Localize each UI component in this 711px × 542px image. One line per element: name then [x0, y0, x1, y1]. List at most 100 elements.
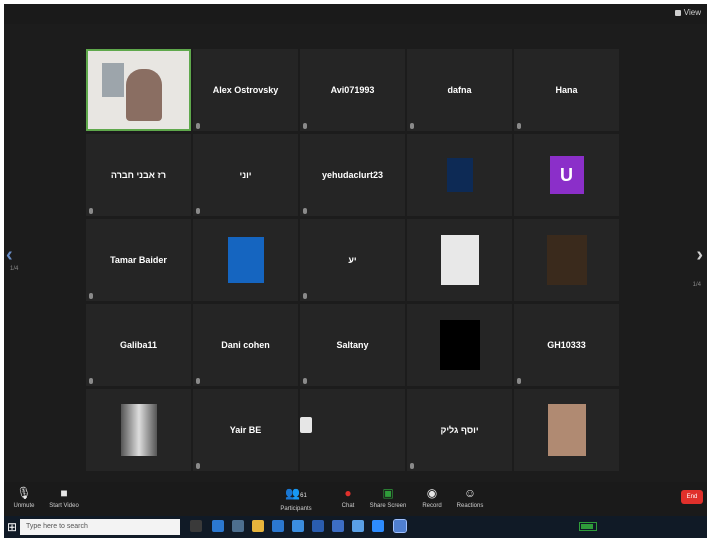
moon-avatar: [227, 237, 264, 283]
muted-mic-icon: [303, 123, 307, 129]
participant-tile[interactable]: Galiba11: [86, 304, 191, 386]
record-label: Record: [422, 503, 442, 509]
chat-label: Chat: [341, 503, 355, 509]
muted-mic-icon: [196, 463, 200, 469]
participant-name: dafna: [447, 85, 472, 95]
file-explorer-icon[interactable]: [252, 520, 264, 532]
participant-tile[interactable]: יע: [300, 219, 405, 301]
task-view-icon[interactable]: [190, 520, 202, 532]
zoom-taskbar-icon[interactable]: [372, 520, 384, 532]
end-meeting-button[interactable]: End: [681, 490, 703, 504]
participant-tile[interactable]: [300, 389, 405, 471]
participant-tile[interactable]: Avi071993: [300, 49, 405, 131]
participant-tile[interactable]: dafna: [407, 49, 512, 131]
participant-tile[interactable]: Dani cohen: [193, 304, 298, 386]
participant-tile[interactable]: [193, 219, 298, 301]
reactions-icon: ☺: [463, 486, 477, 500]
participant-tile[interactable]: [407, 219, 512, 301]
participant-name: יוני: [239, 170, 252, 180]
participant-tile[interactable]: Yair BE: [193, 389, 298, 471]
participant-tile[interactable]: יוסף גליק: [407, 389, 512, 471]
share-screen-icon: ▣: [382, 486, 394, 500]
record-button[interactable]: ◉ Record: [412, 484, 452, 509]
video-camera-icon: ■: [60, 486, 68, 500]
muted-mic-icon: [410, 463, 414, 469]
muted-mic-icon: [410, 123, 414, 129]
participant-name: Yair BE: [229, 425, 262, 435]
person-avatar: [547, 404, 586, 456]
participant-tile[interactable]: Hana: [514, 49, 619, 131]
muted-mic-icon: [517, 123, 521, 129]
start-video-button[interactable]: ■ Start Video: [44, 484, 84, 509]
participant-tile[interactable]: yehudaclurt23: [300, 134, 405, 216]
muted-mic-icon: [303, 208, 307, 214]
taskbar-app-icon[interactable]: [332, 520, 344, 532]
participants-count: 61: [300, 493, 307, 499]
participant-tile[interactable]: [86, 389, 191, 471]
participant-name: Galiba11: [119, 340, 158, 350]
next-page-button[interactable]: ›: [696, 244, 703, 267]
participant-name: Hana: [555, 85, 578, 95]
blurred-avatar: [120, 404, 157, 456]
reactions-label: Reactions: [456, 503, 484, 509]
page-indicator-right: 1/4: [692, 282, 701, 288]
taskbar-search-input[interactable]: Type here to search: [20, 519, 180, 535]
grid-view-icon: [674, 9, 681, 16]
muted-mic-icon: [89, 378, 93, 384]
zoom-meeting-taskbar-icon[interactable]: [393, 519, 407, 533]
mute-label: Unmute: [13, 503, 35, 509]
taskbar-app-icon[interactable]: [312, 520, 324, 532]
participants-icon: 👥61: [285, 486, 307, 500]
muted-mic-icon: [89, 293, 93, 299]
participant-tile[interactable]: GH10333: [514, 304, 619, 386]
participant-tile[interactable]: Saltany: [300, 304, 405, 386]
participant-tile[interactable]: יוני: [193, 134, 298, 216]
video-label: Start Video: [49, 503, 79, 509]
zoom-window: View ‹ 1/4 › 1/4 Alex Ostrovsky Avi071993…: [4, 4, 707, 538]
taskbar-app-icon[interactable]: [232, 520, 244, 532]
taskbar-app-icon[interactable]: [272, 520, 284, 532]
view-button[interactable]: View: [674, 8, 701, 17]
participant-tile[interactable]: [514, 389, 619, 471]
muted-mic-icon: [89, 208, 93, 214]
participants-button[interactable]: 👥61 Participants: [276, 484, 316, 512]
windows-start-icon[interactable]: ⊞: [7, 520, 17, 534]
record-icon: ◉: [426, 486, 438, 500]
participant-tile[interactable]: [514, 219, 619, 301]
participant-name: Avi071993: [330, 85, 375, 95]
letter-avatar: U: [549, 156, 584, 194]
participant-tile[interactable]: Alex Ostrovsky: [193, 49, 298, 131]
share-label: Share Screen: [369, 503, 407, 509]
chat-button[interactable]: ● Chat: [328, 484, 368, 509]
character-avatar: [440, 235, 479, 285]
microphone-icon: 🎙: [16, 486, 32, 500]
muted-mic-icon: [303, 293, 307, 299]
mute-button[interactable]: 🎙 Unmute: [4, 484, 44, 509]
taskbar-app-icon[interactable]: [352, 520, 364, 532]
windows-taskbar: ⊞ Type here to search: [4, 516, 707, 538]
participant-tile[interactable]: [86, 49, 191, 131]
participant-tile[interactable]: [407, 304, 512, 386]
participant-name: יוסף גליק: [440, 425, 479, 435]
participant-name: GH10333: [547, 340, 586, 350]
flowers-avatar: [546, 235, 587, 285]
meeting-toolbar: 🎙 Unmute ■ Start Video 👥61 Participants …: [4, 482, 707, 516]
reactions-button[interactable]: ☺ Reactions: [450, 484, 490, 509]
participant-tile[interactable]: רז אבני חברה: [86, 134, 191, 216]
participant-name: Dani cohen: [221, 340, 270, 350]
battery-icon: [579, 522, 597, 531]
page-indicator-left: 1/4: [10, 266, 19, 272]
muted-mic-icon: [196, 123, 200, 129]
prev-page-button[interactable]: ‹: [6, 244, 13, 267]
participant-name: Saltany: [336, 340, 369, 350]
participant-tile[interactable]: [407, 134, 512, 216]
participants-label: Participants: [280, 506, 312, 512]
participant-name: Tamar Baider: [110, 255, 167, 265]
taskbar-app-icon[interactable]: [292, 520, 304, 532]
taskbar-app-icon[interactable]: [212, 520, 224, 532]
participant-name: yehudaclurt23: [321, 170, 384, 180]
share-screen-button[interactable]: ▣ Share Screen: [368, 484, 408, 509]
participant-tile[interactable]: U: [514, 134, 619, 216]
muted-mic-icon: [303, 378, 307, 384]
participant-tile[interactable]: Tamar Baider: [86, 219, 191, 301]
